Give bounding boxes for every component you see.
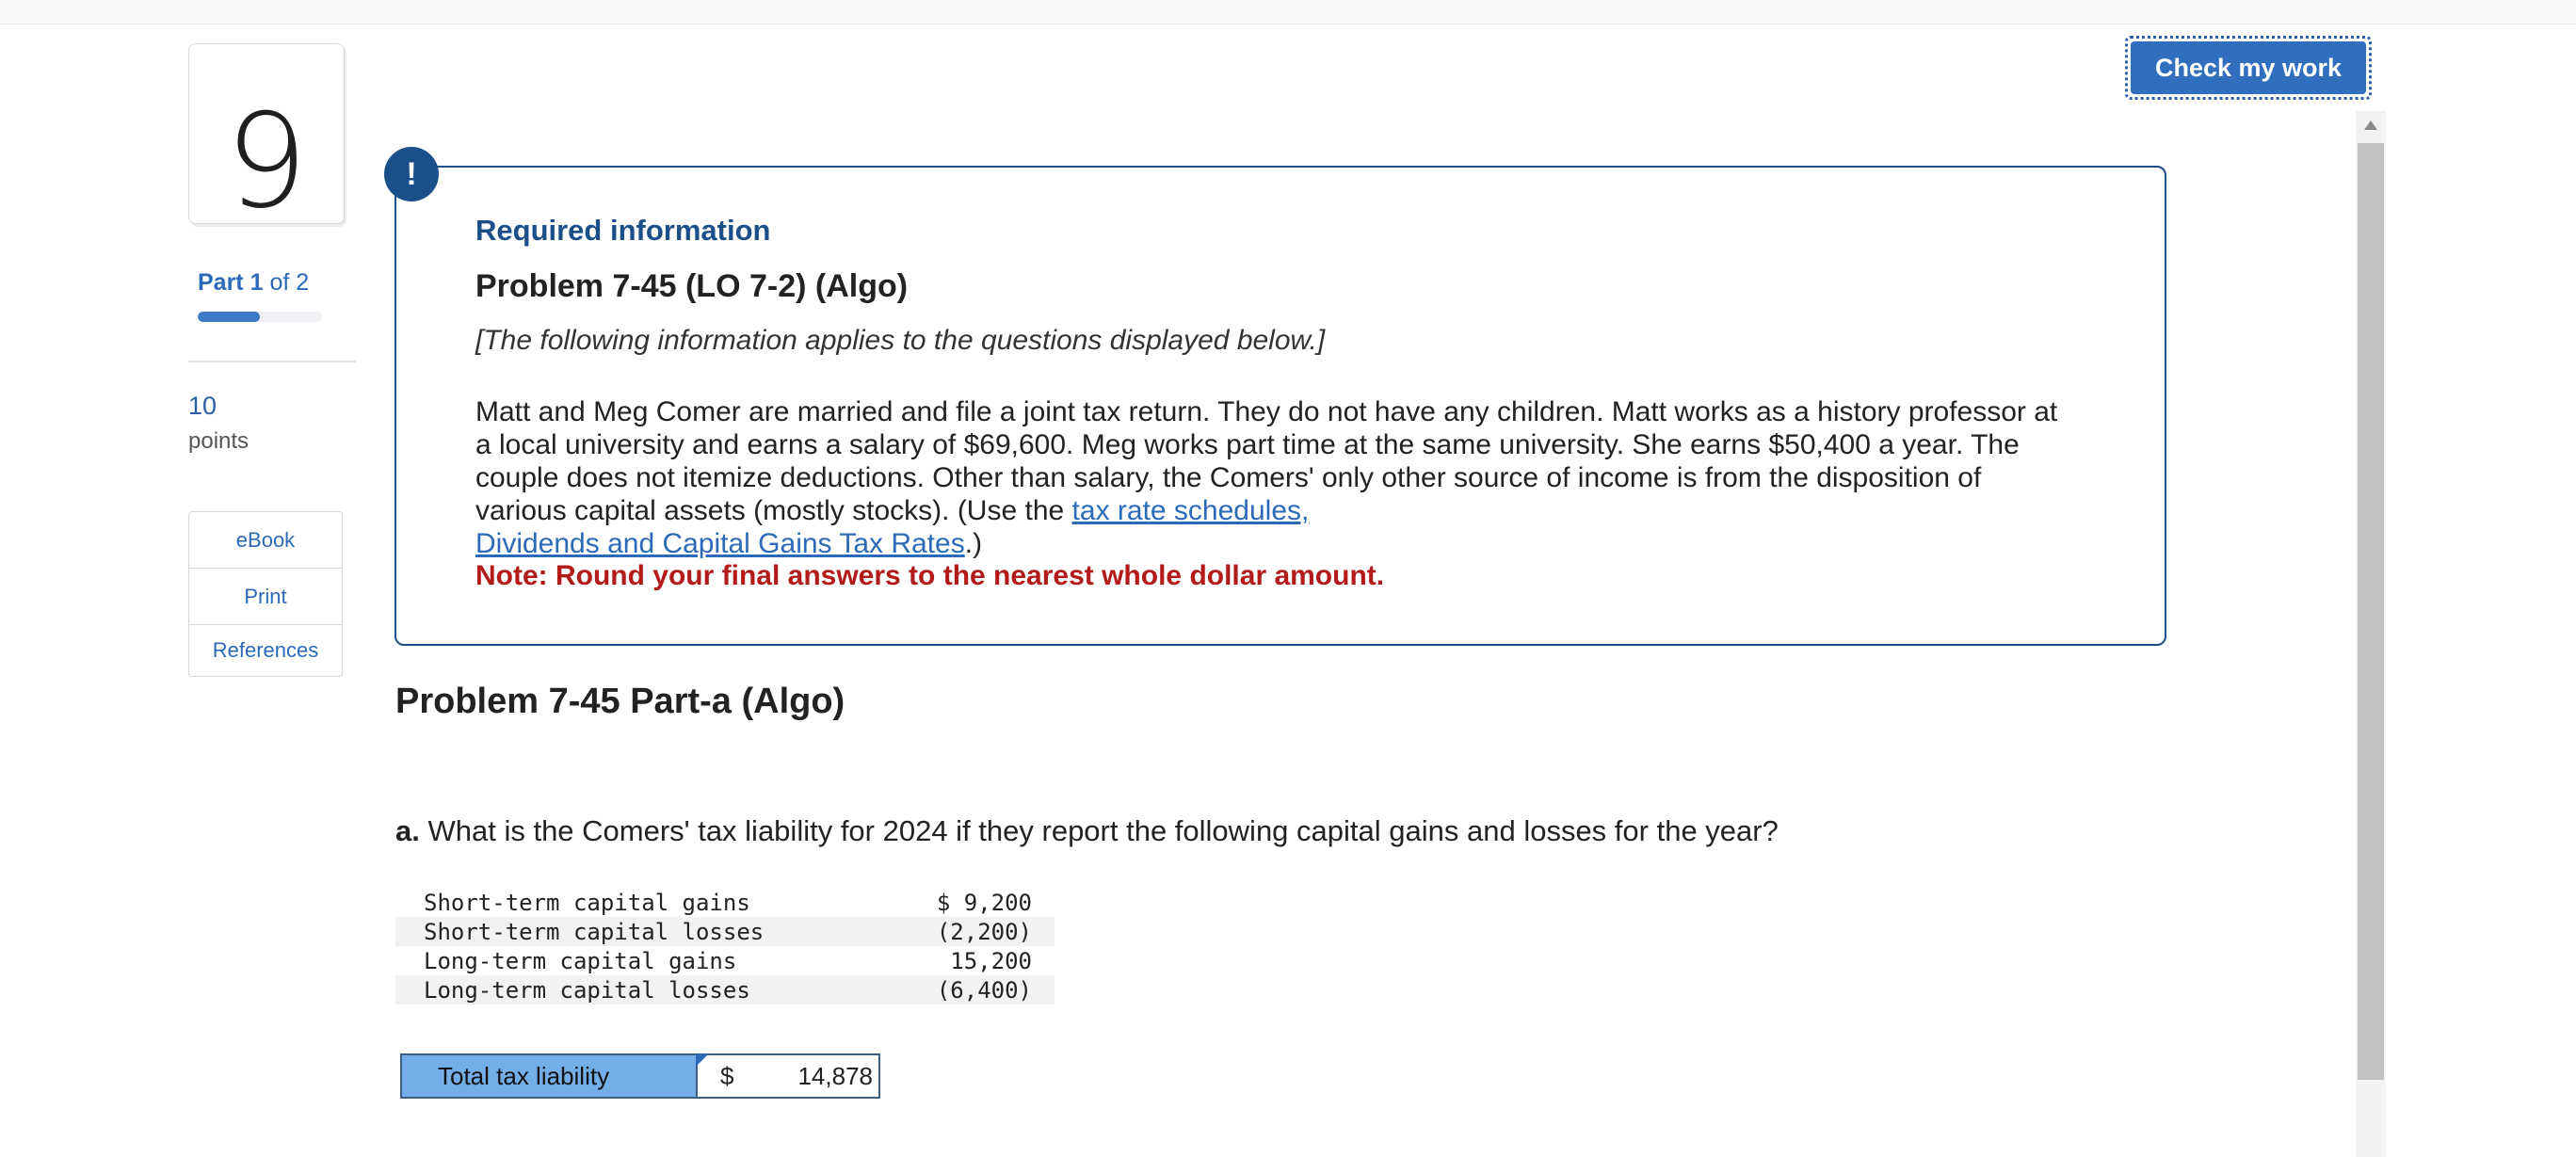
part-total: of 2 [269,269,310,296]
row-label: Short-term capital losses [395,917,885,946]
points-label: points [188,428,250,454]
total-tax-liability-input[interactable]: $ 14,878 [696,1053,880,1099]
problem-paragraph: Matt and Meg Comer are married and file … [475,395,2076,560]
dividends-capital-gains-link[interactable]: Dividends and Capital Gains Tax Rates [475,528,965,559]
references-button[interactable]: References [189,625,342,676]
question-prefix: a. [395,814,420,847]
row-value: $ 9,200 [936,889,1032,916]
row-label: Long-term capital gains [424,947,737,974]
row-label: Long-term capital losses [395,975,885,1004]
required-information-heading: Required information [475,214,771,247]
part-a-question: a. What is the Comers' tax liability for… [395,814,1779,848]
part-a-title: Problem 7-45 Part-a (Algo) [395,682,845,721]
row-value: (2,200) [885,917,1055,946]
tax-rate-schedules-link[interactable]: tax rate schedules, [1072,495,1310,526]
applies-text: [The following information applies to th… [475,325,1326,356]
rounding-note: Note: Round your final answers to the ne… [475,560,1385,591]
top-strip [0,0,2576,24]
sidebar-divider [188,361,356,362]
row-value: (6,400) [885,975,1055,1004]
table-row: Long-term capital losses (6,400) [395,975,1055,1004]
part-progress-fill [198,312,260,322]
answer-value[interactable]: 14,878 [797,1055,873,1097]
vertical-scrollbar[interactable] [2356,111,2386,1157]
row-value: 15,200 [950,947,1032,974]
scrollbar-thumb[interactable] [2358,143,2384,1080]
question-number: 9 [225,86,308,237]
check-my-work-button[interactable]: Check my work [2125,36,2372,100]
table-row: Short-term capital losses (2,200) [395,917,1055,946]
currency-symbol: $ [720,1062,734,1090]
question-text: What is the Comers' tax liability for 20… [427,814,1779,847]
ebook-button[interactable]: eBook [189,512,342,569]
alert-icon: ! [384,147,439,201]
problem-title: Problem 7-45 (LO 7-2) (Algo) [475,268,909,304]
part-current: Part 1 [198,269,264,296]
row-label: Short-term capital gains [424,889,750,916]
print-button[interactable]: Print [189,569,342,625]
input-flag-icon [696,1053,709,1067]
question-number-card: 9 [188,43,345,237]
table-row: Short-term capital gains $ 9,200 [395,888,1055,917]
total-tax-liability-label: Total tax liability [400,1053,698,1099]
check-my-work-label: Check my work [2131,41,2366,94]
paragraph-end: .) [964,528,983,559]
capital-gains-losses-table: Short-term capital gains $ 9,200 Short-t… [395,888,1055,1004]
part-indicator: Part 1 of 2 [198,269,309,297]
scroll-up-arrow-icon[interactable] [2356,111,2386,141]
answer-row: Total tax liability $ 14,878 [400,1053,880,1099]
table-row: Long-term capital gains 15,200 [395,946,1055,975]
resource-buttons: eBook Print References [188,511,343,677]
part-progress-bar [198,312,322,322]
points-value: 10 [188,392,217,420]
